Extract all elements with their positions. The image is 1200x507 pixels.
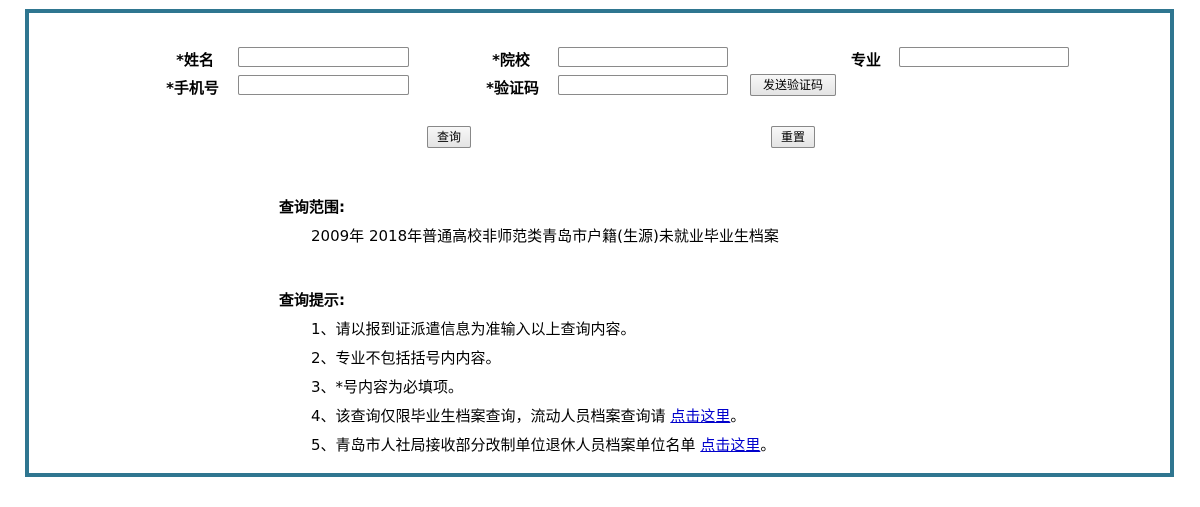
phone-input[interactable] [238,75,409,95]
send-code-button[interactable]: 发送验证码 [750,74,836,96]
code-input[interactable] [558,75,728,95]
scope-text: 2009年 2018年普通高校非师范类青岛市户籍(生源)未就业毕业生档案 [311,227,779,245]
scope-title: 查询范围: [279,198,345,216]
retired-units-list-link[interactable]: 点击这里 [700,436,760,454]
school-input[interactable] [558,47,728,67]
tip-item: 5、青岛市人社局接收部分改制单位退休人员档案单位名单 点击这里。 [311,436,776,454]
tip-item: 4、该查询仅限毕业生档案查询，流动人员档案查询请 点击这里。 [311,407,746,425]
name-label: *姓名 [176,51,214,69]
tip-item: 1、请以报到证派遣信息为准输入以上查询内容。 [311,320,636,338]
reset-button[interactable]: 重置 [771,126,815,148]
tip-item: 3、*号内容为必填项。 [311,378,464,396]
tips-title: 查询提示: [279,291,345,309]
tip-item: 2、专业不包括括号内内容。 [311,349,501,367]
school-label: *院校 [492,51,530,69]
major-input[interactable] [899,47,1069,67]
query-scope-section: 查询范围: 2009年 2018年普通高校非师范类青岛市户籍(生源)未就业毕业生… [279,196,779,246]
query-panel: *姓名 *院校 专业 *手机号 *验证码 发送验证码 查询 重置 查询范围: 2… [25,9,1174,477]
floating-personnel-archive-link[interactable]: 点击这里 [670,407,730,425]
major-label: 专业 [850,51,881,69]
query-button[interactable]: 查询 [427,126,471,148]
name-input[interactable] [238,47,409,67]
code-label: *验证码 [486,79,539,97]
phone-label: *手机号 [166,79,219,97]
query-tips-section: 查询提示: 1、请以报到证派遣信息为准输入以上查询内容。 2、专业不包括括号内内… [279,289,775,455]
